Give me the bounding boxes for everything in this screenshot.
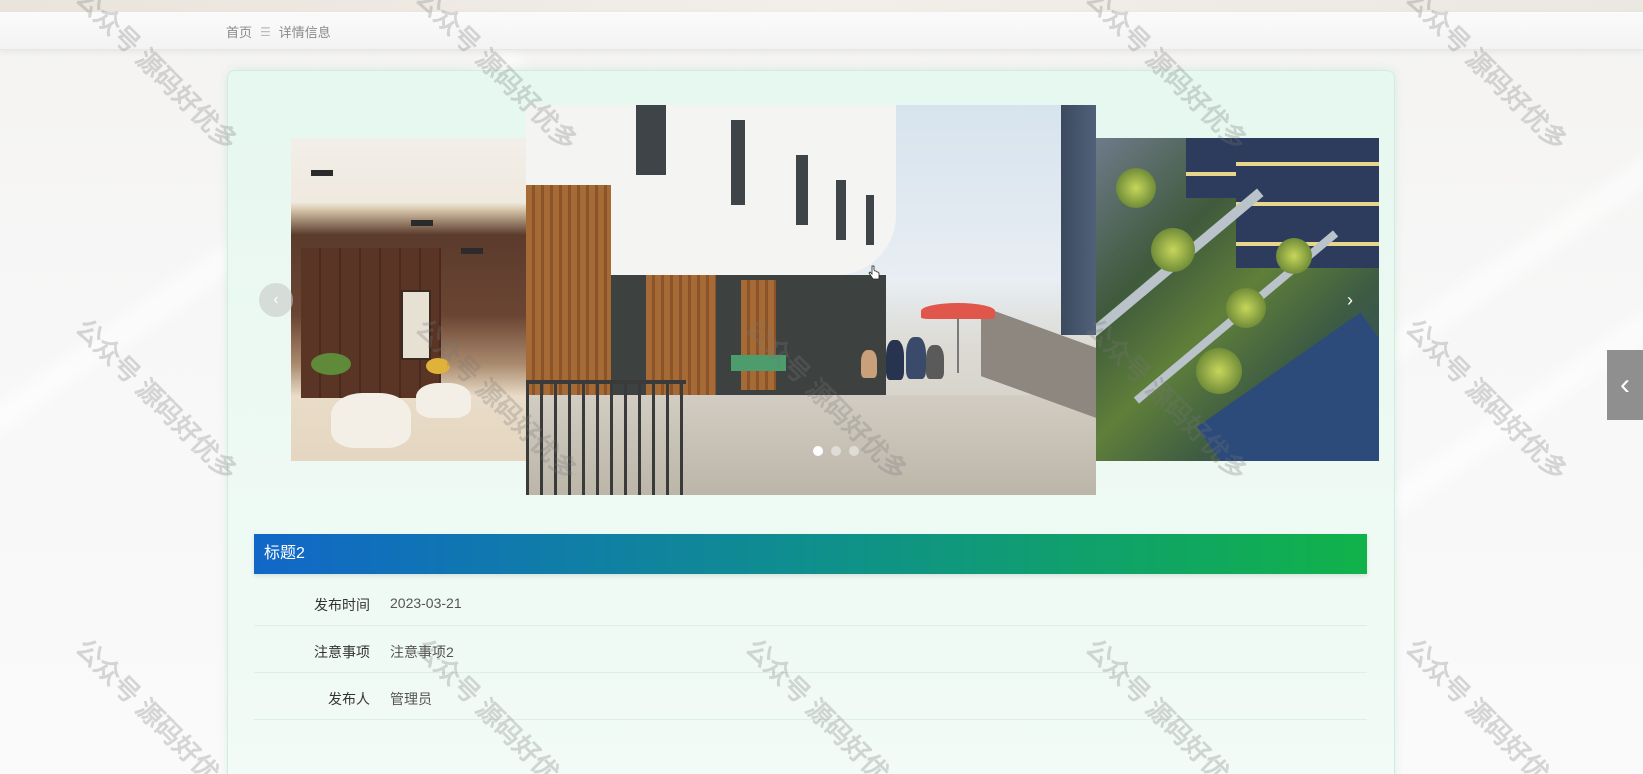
chevron-right-icon: ›: [1347, 290, 1353, 310]
detail-title: 标题2: [254, 534, 1367, 574]
carousel-dot[interactable]: [813, 446, 823, 456]
info-row-publish-time: 发布时间 2023-03-21: [254, 580, 1367, 626]
carousel-dot[interactable]: [831, 446, 841, 456]
chevron-left-icon: ‹: [1620, 368, 1630, 401]
carousel-next-button[interactable]: ›: [1333, 283, 1367, 317]
info-label: 发布时间: [314, 597, 370, 613]
breadcrumb-separator-icon: ☰: [260, 24, 271, 39]
carousel-slide-terrace[interactable]: [526, 105, 1096, 495]
info-label: 注意事项: [314, 644, 370, 660]
info-value: 管理员: [390, 691, 432, 707]
info-row-notes: 注意事项 注意事项2: [254, 627, 1367, 673]
carousel-indicators: [813, 446, 859, 456]
breadcrumb: 首页 ☰ 详情信息: [226, 22, 331, 41]
breadcrumb-bar: 首页 ☰ 详情信息: [0, 12, 1643, 50]
watermark: 公众号 源码好优多: [1399, 632, 1574, 774]
breadcrumb-home-link[interactable]: 首页: [226, 22, 252, 41]
carousel-dot[interactable]: [849, 446, 859, 456]
chevron-left-icon: ‹: [273, 291, 279, 308]
watermark: 公众号 源码好优多: [69, 632, 244, 774]
breadcrumb-current: 详情信息: [278, 25, 331, 40]
info-label: 发布人: [328, 691, 370, 707]
hand-cursor-icon: [868, 265, 880, 280]
info-value: 注意事项2: [390, 644, 454, 660]
top-banner-strip: [0, 0, 1643, 12]
carousel-prev-button[interactable]: ‹: [259, 283, 293, 317]
info-value: 2023-03-21: [390, 595, 462, 611]
info-row-publisher: 发布人 管理员: [254, 674, 1367, 720]
side-collapse-tab[interactable]: ‹: [1607, 350, 1643, 420]
carousel-slide-lobby[interactable]: [291, 138, 536, 461]
